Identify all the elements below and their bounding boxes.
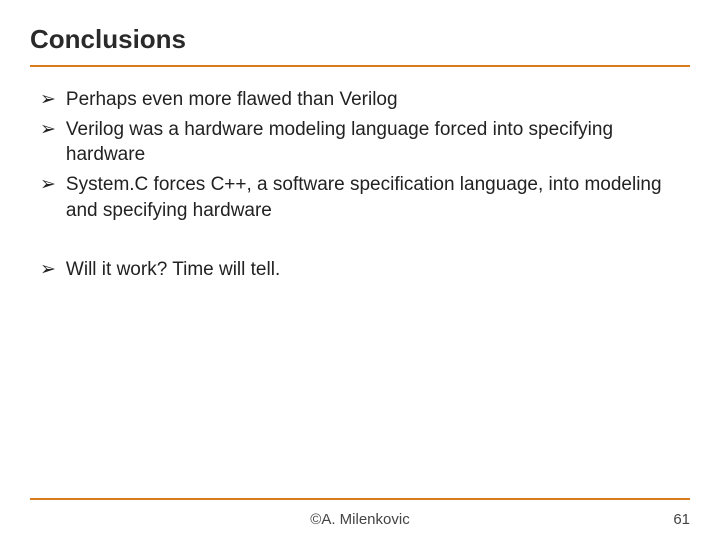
list-item: ➢ Verilog was a hardware modeling langua… (40, 117, 680, 168)
footer-divider (30, 498, 690, 500)
bullet-text: Verilog was a hardware modeling language… (66, 117, 680, 168)
footer-author: ©A. Milenkovic (0, 511, 720, 528)
chevron-right-icon: ➢ (40, 117, 56, 143)
chevron-right-icon: ➢ (40, 257, 56, 283)
page-number: 61 (673, 511, 690, 528)
list-item: ➢ Perhaps even more flawed than Verilog (40, 87, 680, 113)
list-item: ➢ System.C forces C++, a software specif… (40, 172, 680, 223)
bullet-text: System.C forces C++, a software specific… (66, 172, 680, 223)
spacer (40, 227, 680, 257)
slide-content: ➢ Perhaps even more flawed than Verilog … (0, 67, 720, 283)
page-title: Conclusions (30, 24, 690, 55)
list-item: ➢ Will it work? Time will tell. (40, 257, 680, 283)
chevron-right-icon: ➢ (40, 172, 56, 198)
bullet-text: Perhaps even more flawed than Verilog (66, 87, 680, 113)
bullet-text: Will it work? Time will tell. (66, 257, 680, 283)
chevron-right-icon: ➢ (40, 87, 56, 113)
